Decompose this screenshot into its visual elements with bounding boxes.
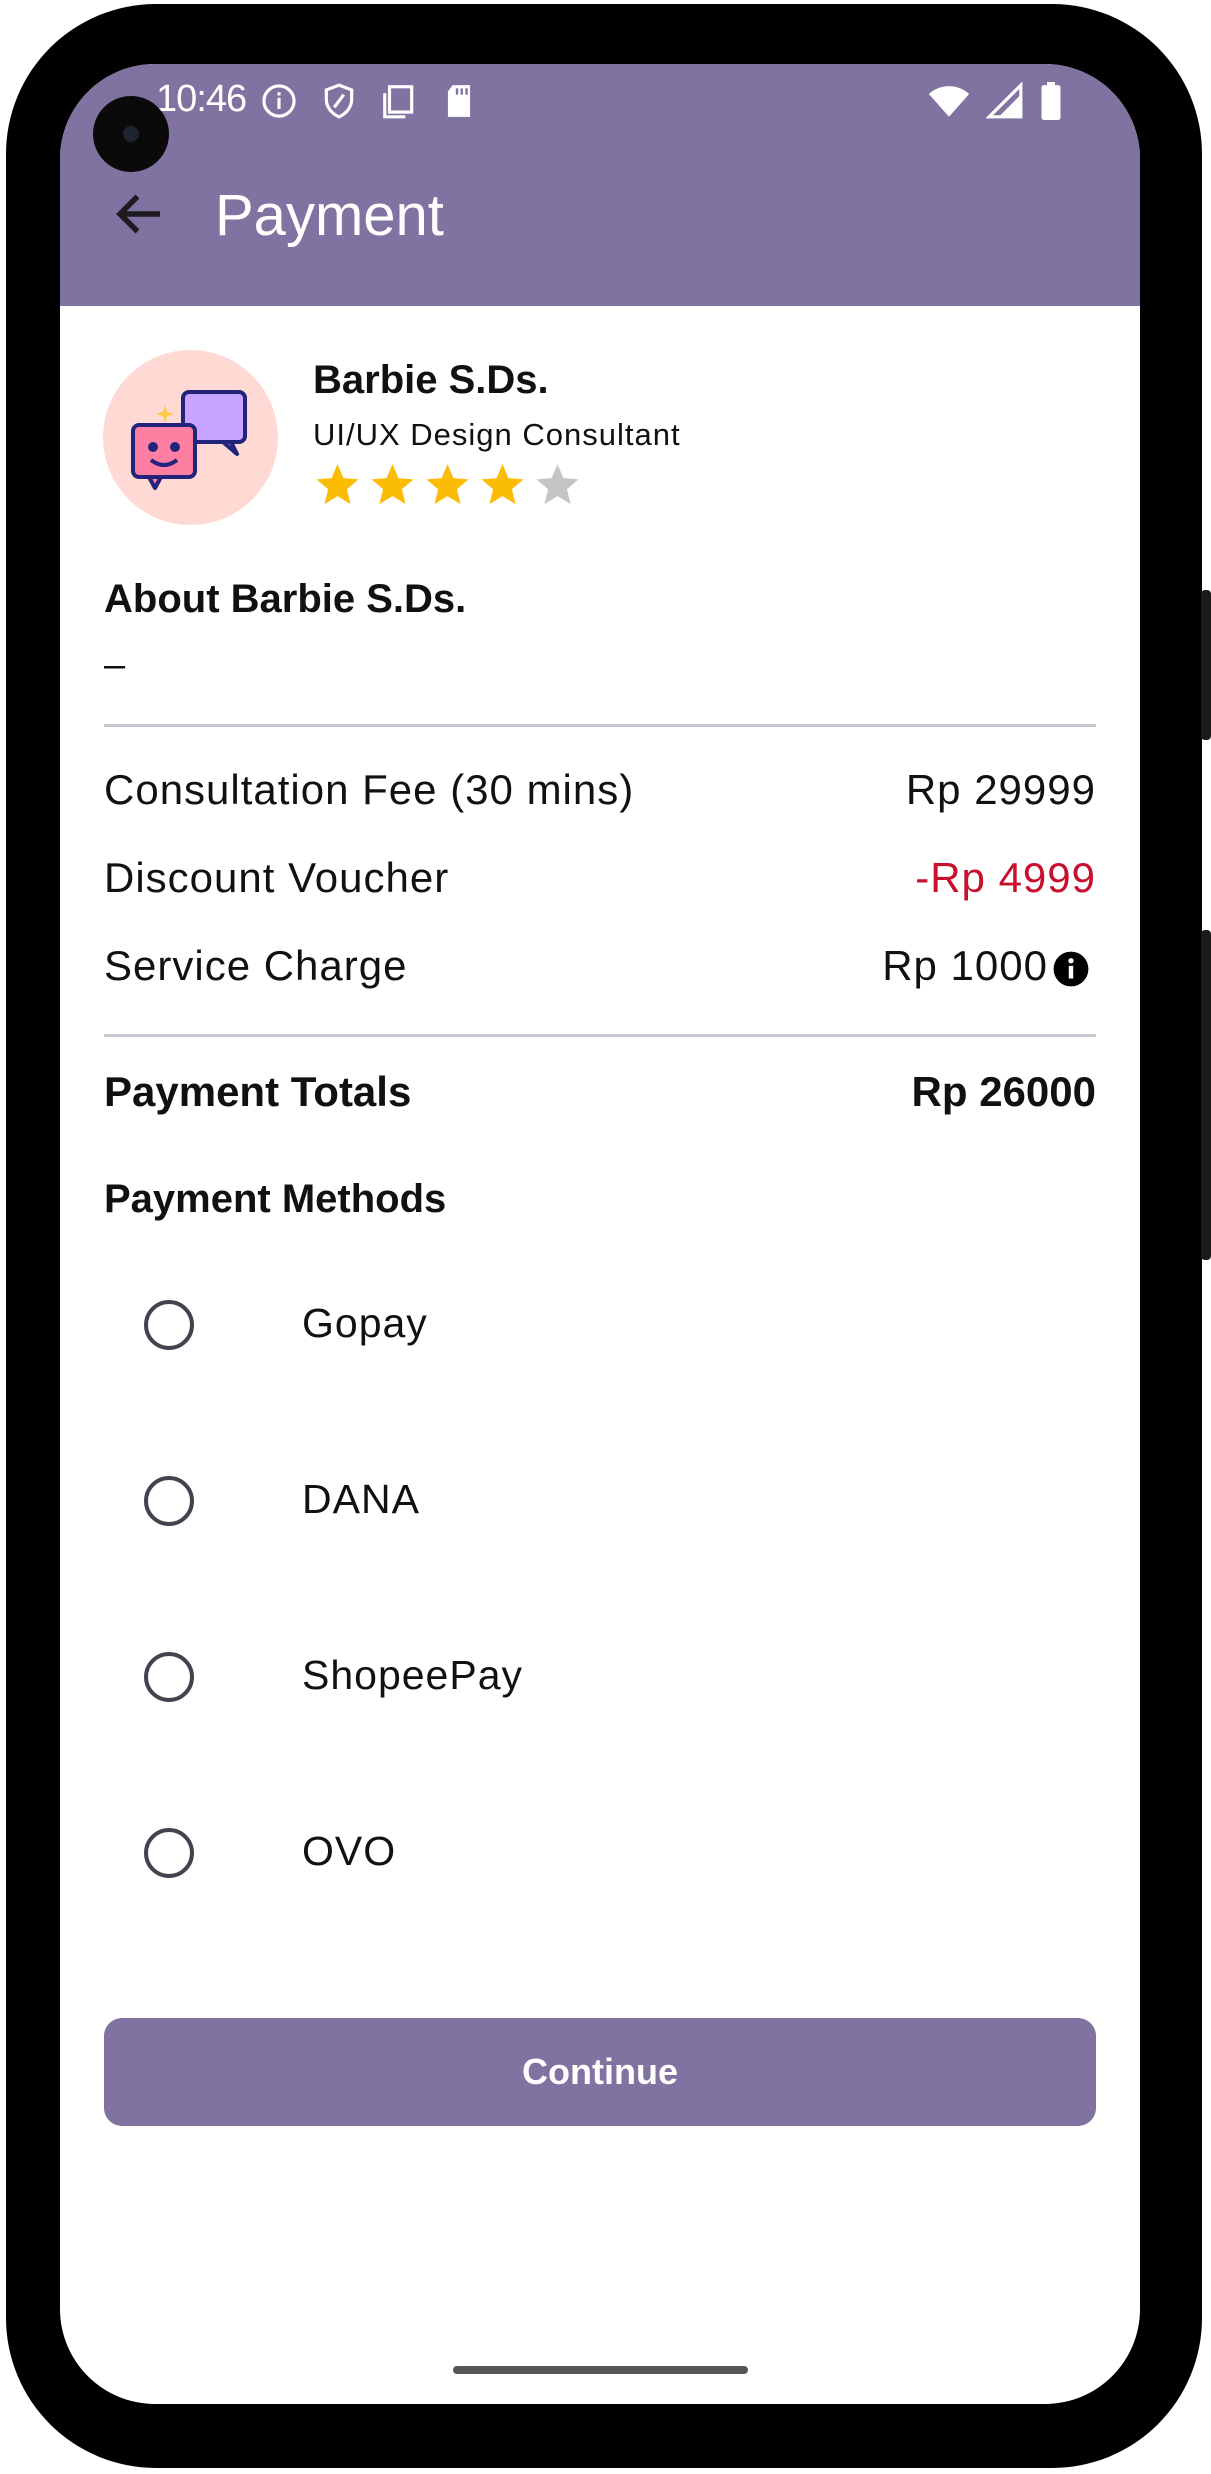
signal-icon — [986, 82, 1023, 119]
page-title: Payment — [215, 183, 444, 248]
status-bar: 10:46 — [60, 64, 1140, 134]
radio-button[interactable] — [144, 1300, 194, 1350]
shield-status-icon — [324, 83, 354, 119]
star-filled-icon — [371, 464, 414, 505]
service-charge-value: Rp 1000 — [882, 942, 1048, 989]
payment-option-label: ShopeePay — [302, 1652, 524, 1698]
status-time: 10:46 — [156, 78, 247, 120]
radio-button[interactable] — [144, 1476, 194, 1526]
consultant-role: UI/UX Design Consultant — [313, 417, 681, 452]
power-button — [1201, 590, 1211, 740]
star-filled-icon — [481, 464, 524, 505]
volume-button — [1201, 930, 1211, 1260]
payment-option-label: DANA — [302, 1476, 420, 1522]
device-frame: 10:46 Payment Barbie S.Ds. UI/UX Design … — [0, 0, 1211, 2474]
payment-methods-heading: Payment Methods — [104, 1177, 447, 1221]
battery-icon — [1041, 82, 1061, 120]
consultation-fee-value: Rp 29999 — [905, 766, 1096, 813]
status-icons-left — [260, 82, 478, 120]
payment-option-label: Gopay — [302, 1300, 428, 1346]
payment-option-dana[interactable]: DANA — [104, 1450, 1096, 1570]
rating-stars — [313, 460, 582, 509]
payment-option-shopeepay[interactable]: ShopeePay — [104, 1626, 1096, 1746]
star-filled-icon — [316, 464, 359, 505]
payment-option-label: OVO — [302, 1828, 397, 1874]
home-indicator[interactable] — [453, 2366, 748, 2374]
star-empty-icon — [536, 464, 579, 505]
radio-button[interactable] — [144, 1652, 194, 1702]
discount-voucher-value: -Rp 4999 — [915, 854, 1096, 901]
avatar — [103, 350, 278, 525]
divider — [104, 1034, 1096, 1037]
payment-totals-label: Payment Totals — [104, 1068, 412, 1115]
about-text: – — [104, 644, 126, 686]
info-icon[interactable] — [1052, 950, 1090, 988]
radio-button[interactable] — [144, 1828, 194, 1878]
consultation-fee-label: Consultation Fee (30 mins) — [104, 766, 635, 813]
about-heading: About Barbie S.Ds. — [104, 577, 467, 621]
chat-bubbles-icon — [131, 390, 247, 490]
continue-button[interactable]: Continue — [104, 2018, 1096, 2126]
info-status-icon — [262, 84, 296, 118]
front-camera — [93, 96, 169, 172]
screen: 10:46 Payment Barbie S.Ds. UI/UX Design … — [60, 64, 1140, 2404]
sd-card-status-icon — [447, 85, 471, 117]
payment-option-gopay[interactable]: Gopay — [104, 1274, 1096, 1394]
consultant-name: Barbie S.Ds. — [313, 358, 549, 402]
wifi-icon — [928, 86, 970, 117]
star-filled-icon — [426, 464, 469, 505]
app-bar: 10:46 Payment — [60, 64, 1140, 306]
payment-option-ovo[interactable]: OVO — [104, 1802, 1096, 1922]
service-charge-row-value: Rp 1000 — [882, 942, 1090, 990]
discount-voucher-label: Discount Voucher — [104, 854, 450, 901]
back-arrow-icon[interactable] — [110, 184, 170, 244]
payment-totals-value: Rp 26000 — [911, 1068, 1096, 1115]
status-icons-right — [928, 82, 1062, 120]
screen-status-icon — [383, 85, 414, 119]
service-charge-label: Service Charge — [104, 942, 408, 989]
divider — [104, 724, 1096, 727]
